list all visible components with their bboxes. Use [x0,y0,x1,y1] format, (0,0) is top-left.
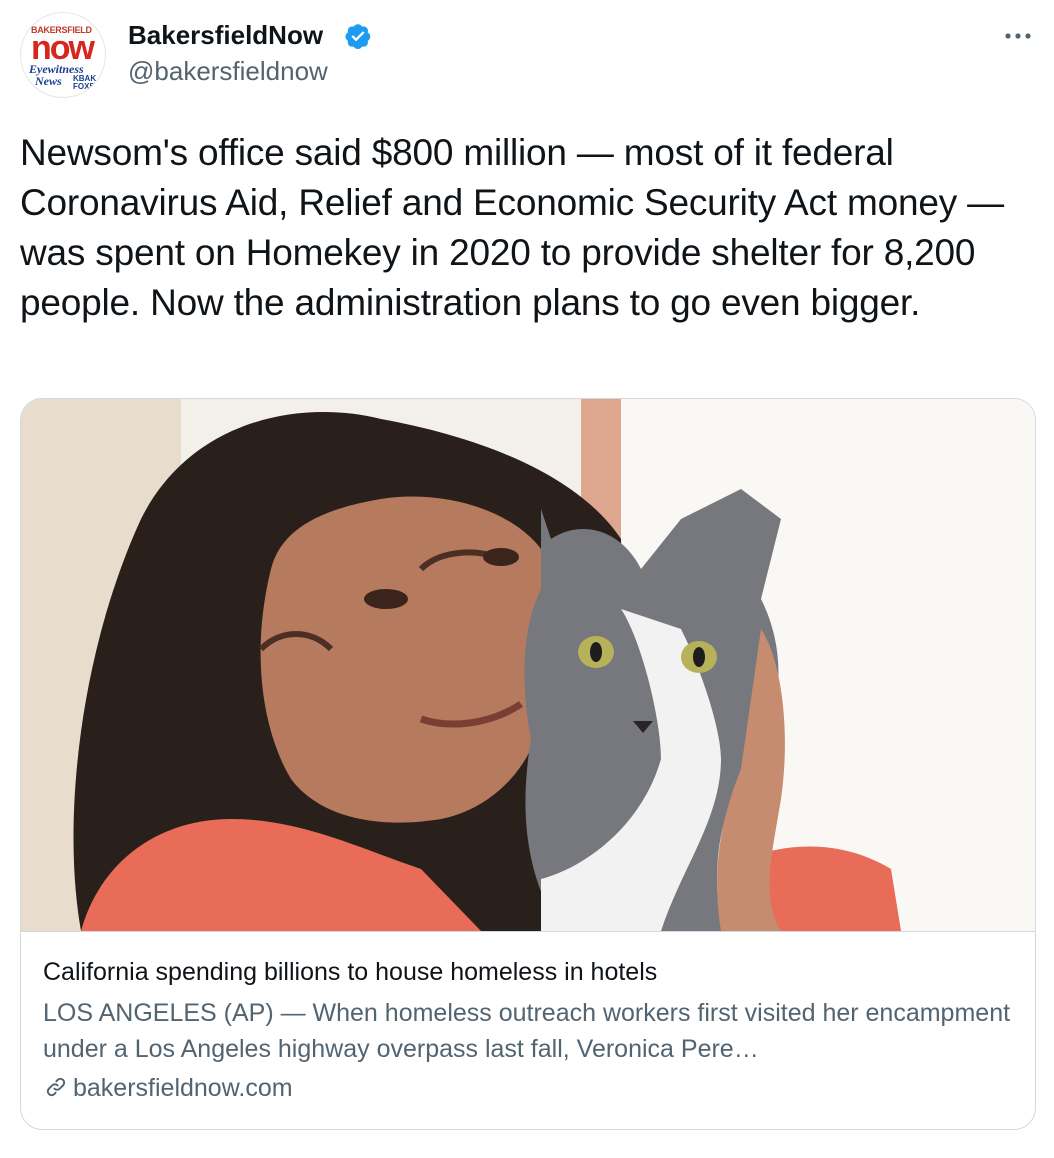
card-title[interactable]: California spending billions to house ho… [43,955,657,989]
avatar-text-2: now [31,29,95,67]
card-description: LOS ANGELES (AP) — When homeless outreac… [43,999,1011,1063]
tweet-text: Newsom's office said $800 million — most… [20,132,1004,323]
handle[interactable]: @bakersfieldnow [128,54,328,88]
avatar-text-4: News [35,74,62,88]
more-options-icon[interactable] [1000,18,1036,54]
tweet-header: BAKERSFIELD now Eyewitness News KBAK FOX… [0,0,1054,110]
card-domain[interactable]: bakersfieldnow.com [43,1071,293,1105]
avatar[interactable]: BAKERSFIELD now Eyewitness News KBAK FOX… [20,12,106,98]
avatar-text-5: KBAK FOX58 [73,74,99,91]
link-card[interactable]: California spending billions to house ho… [20,398,1036,1130]
display-name[interactable]: BakersfieldNow [128,18,323,52]
card-domain-text: bakersfieldnow.com [73,1074,293,1102]
link-icon [46,1077,66,1097]
card-image[interactable] [21,399,1035,932]
verified-badge-icon [345,24,371,49]
